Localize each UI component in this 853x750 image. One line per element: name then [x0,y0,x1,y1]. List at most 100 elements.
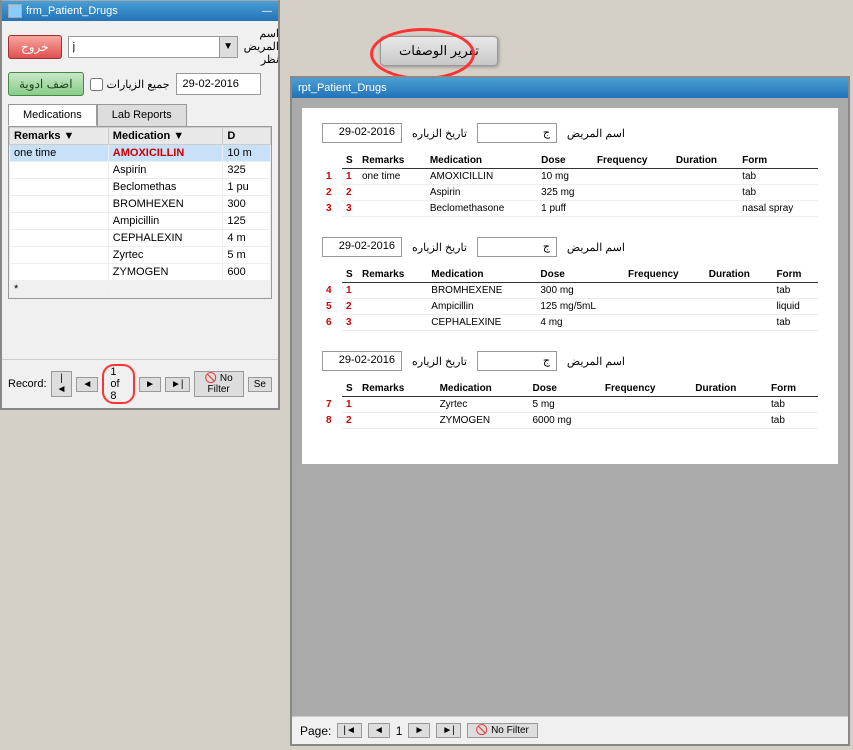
row-medication: ZYMOGEN [436,413,529,429]
tab-lab-reports[interactable]: Lab Reports [97,104,187,126]
col-header-medication: Medication ▼ [108,128,223,145]
minimize-button[interactable]: — [262,6,272,17]
report-titlebar: rpt_Patient_Drugs [292,78,848,98]
row-s: 3 3 [342,201,358,217]
report-table-2: S Remarks Medication Dose Frequency Dura… [342,267,818,331]
report-nav-last[interactable]: ►| [436,723,461,738]
report-row: 8 2 ZYMOGEN 6000 mg tab [342,413,818,429]
row-form: tab [767,397,818,413]
col-form: Form [738,153,818,169]
table-row[interactable]: Ampicillin 125 [10,213,271,230]
page-label: Page: [300,724,331,738]
medications-table: Remarks ▼ Medication ▼ D one time AMOXIC… [9,127,271,298]
add-medication-button[interactable]: اضف ادوية [8,72,84,96]
visit-date-value-1: 29-02-2016 [322,123,402,143]
nav-last[interactable]: ►| [165,377,190,392]
row-frequency [624,283,705,299]
tab-medications[interactable]: Medications [8,104,97,126]
row-medication: Zyrtec [436,397,529,413]
new-row[interactable]: * [10,281,271,298]
record-label: Record: [8,378,47,390]
row-s: 2 2 [342,185,358,201]
search-button[interactable]: Se [248,377,272,392]
col-medication: Medication [427,267,536,283]
col-s: S [342,267,358,283]
cell-dose: 1 pu [223,179,271,196]
tab-bar: Medications Lab Reports [8,104,272,126]
report-no-filter[interactable]: 🚫 No Filter [467,723,538,738]
report-nav-prev[interactable]: ◄ [368,723,390,738]
row-dose: 6000 mg [529,413,601,429]
table-row[interactable]: Zyrtec 5 m [10,247,271,264]
nav-next[interactable]: ► [139,377,161,392]
row-duration [691,413,767,429]
table-row[interactable]: BROMHEXEN 300 [10,196,271,213]
nav-prev[interactable]: ◄ [76,377,98,392]
row-frequency [593,185,672,201]
patient-name-value-2: ج [477,237,557,257]
row-remarks: one time [358,169,426,185]
row-form: nasal spray [738,201,818,217]
col-duration: Duration [691,381,767,397]
row-duration [705,315,773,331]
row-dose: 5 mg [529,397,601,413]
table-row[interactable]: Aspirin 325 [10,162,271,179]
cell-medication: Beclomethas [108,179,223,196]
col-medication: Medication [436,381,529,397]
all-visits-container: جميع الزيارات [90,78,170,91]
nav-first[interactable]: |◄ [51,371,73,397]
patient-name-input[interactable] [68,36,220,58]
cell-dose: 125 [223,213,271,230]
main-titlebar: frm_Patient_Drugs — [2,1,278,21]
main-window: frm_Patient_Drugs — خروج ▼ اسم المريض نظ… [0,0,280,410]
all-visits-checkbox[interactable] [90,78,103,91]
row-form: tab [767,413,818,429]
row-medication: BROMHEXENE [427,283,536,299]
row-s: 6 3 [342,315,358,331]
report-nav-next[interactable]: ► [408,723,430,738]
cell-new [108,281,223,298]
report-table-1: S Remarks Medication Dose Frequency Dura… [342,153,818,217]
patient-label: اسم المريض نظر [244,27,279,66]
no-filter-button[interactable]: 🚫 No Filter [194,371,244,397]
cell-medication: AMOXICILLIN [108,145,223,162]
cell-remarks [10,162,109,179]
row-s: 4 1 [342,283,358,299]
date-field[interactable]: 29-02-2016 [176,73,261,95]
row-frequency [601,397,691,413]
row-duration [705,299,773,315]
cell-remarks [10,196,109,213]
row-form: liquid [772,299,818,315]
report-row: 1 1 one time AMOXICILLIN 10 mg tab [342,169,818,185]
cell-dose: 10 m [223,145,271,162]
report-row: 4 1 BROMHEXENE 300 mg tab [342,283,818,299]
patient-dropdown-container: ▼ [68,36,238,58]
table-row[interactable]: Beclomethas 1 pu [10,179,271,196]
row-duration [672,169,738,185]
row-s: 5 2 [342,299,358,315]
exit-button[interactable]: خروج [8,35,62,59]
cell-dose: 300 [223,196,271,213]
record-navigator: Record: |◄ ◄ 1 of 8 ► ►| 🚫 No Filter Se [2,359,278,408]
table-row[interactable]: ZYMOGEN 600 [10,264,271,281]
cell-dose: 5 m [223,247,271,264]
prescription-report-button[interactable]: تقرير الوصفات [380,36,498,66]
row-medication: Aspirin [426,185,537,201]
table-row[interactable]: CEPHALEXIN 4 m [10,230,271,247]
row-medication: CEPHALEXINE [427,315,536,331]
row-s: 8 2 [342,413,358,429]
dropdown-arrow[interactable]: ▼ [220,36,238,58]
col-form: Form [767,381,818,397]
table-row[interactable]: one time AMOXICILLIN 10 m [10,145,271,162]
row-s: 1 1 [342,169,358,185]
col-remarks: Remarks [358,267,427,283]
row-form: tab [772,283,818,299]
cell-dose: 600 [223,264,271,281]
report-row: 5 2 Ampicillin 125 mg/5mL liquid [342,299,818,315]
report-nav-first[interactable]: |◄ [337,723,362,738]
row-s: 7 1 [342,397,358,413]
col-form: Form [772,267,818,283]
cell-remarks [10,264,109,281]
report-row: 6 3 CEPHALEXINE 4 mg tab [342,315,818,331]
row-frequency [593,169,672,185]
